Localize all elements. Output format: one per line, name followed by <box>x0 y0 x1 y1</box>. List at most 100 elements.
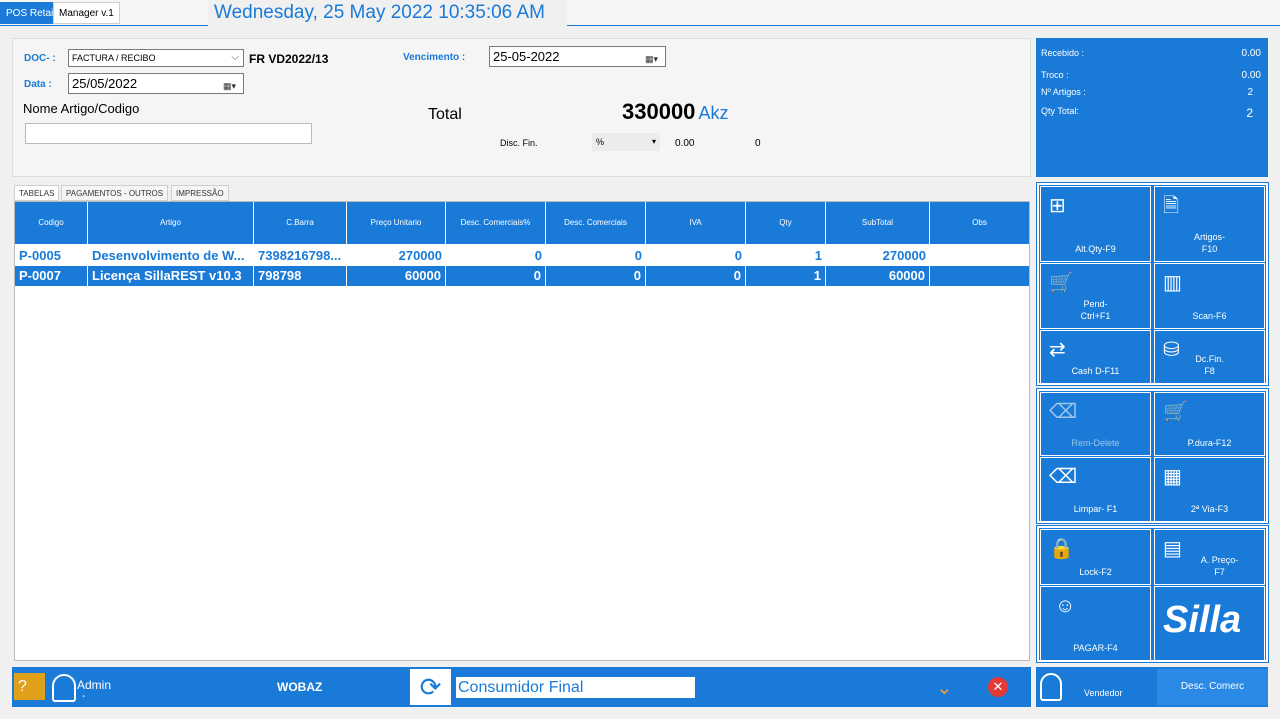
qty-row: Qty Total: 2 <box>1041 106 1261 120</box>
alt-qty-label: Alt.Qty-F9 <box>1075 244 1116 254</box>
dc-fin-button[interactable]: ⛁ Dc.Fin. F8 <box>1154 330 1265 384</box>
segunda-via-button[interactable]: ▦ 2ª Via-F3 <box>1154 457 1265 522</box>
table-row[interactable]: P-0005 Desenvolvimento de W... 739821679… <box>15 246 1029 266</box>
disc-type-select[interactable]: % ▾ <box>592 133 660 151</box>
table-row-selected[interactable]: P-0007 Licença SillaREST v10.3 798798 60… <box>15 266 1029 286</box>
cell-codigo: P-0005 <box>19 248 61 263</box>
recebido-row: Recebido : 0.00 <box>1041 48 1261 59</box>
artigos-row: Nº Artigos : 2 <box>1041 87 1261 98</box>
tab-pagamentos[interactable]: PAGAMENTOS - OUTROS <box>61 185 169 201</box>
cell-codigo: P-0007 <box>15 266 88 286</box>
items-table[interactable]: Codigo Artigo C.Barra Preço Unitario Des… <box>14 201 1030 661</box>
search-label: Nome Artigo/Codigo <box>23 101 140 116</box>
cash-d-button[interactable]: ⇄ Cash D-F11 <box>1040 330 1151 384</box>
chevron-down-icon[interactable]: ⌄ <box>936 675 953 700</box>
calendar-dropdown-icon[interactable]: ▦▾ <box>645 50 661 64</box>
pend-button[interactable]: 🛒 Pend- Ctrl+F1 <box>1040 263 1151 329</box>
cart-upload-icon: 🛒 <box>1163 401 1188 423</box>
total-label: Total <box>428 106 462 123</box>
col-preco[interactable]: Preço Unitario <box>347 202 446 244</box>
cell-desc: 0 <box>634 248 642 263</box>
cell-subtotal: 270000 <box>882 248 926 263</box>
recebido-label: Recebido : <box>1041 48 1085 58</box>
col-desc-pct[interactable]: Desc. Comerciais% <box>446 202 546 244</box>
doc-type-select[interactable]: FACTURA / RECIBO ⌵ <box>68 49 244 67</box>
vencimento-picker[interactable]: 25-05-2022 ▦▾ <box>489 46 666 67</box>
payment-summary-panel: Recebido : 0.00 Troco : 0.00 Nº Artigos … <box>1036 38 1268 177</box>
customer-field[interactable]: Consumidor Final <box>456 677 695 698</box>
user-icon <box>52 674 76 702</box>
scan-button[interactable]: ▥ Scan-F6 <box>1154 263 1265 329</box>
document-search-icon: 🗎 <box>1163 195 1180 217</box>
cart-upload-icon: 🛒 <box>1049 272 1074 294</box>
col-obs[interactable]: Obs <box>930 202 1029 244</box>
col-artigo[interactable]: Artigo <box>88 202 254 244</box>
col-cbarra[interactable]: C.Barra <box>254 202 347 244</box>
customer-group-icon[interactable]: ⟳ <box>410 669 451 705</box>
user-subtitle: - <box>82 691 86 702</box>
date-label: Data : <box>24 79 52 90</box>
vendor-label: Vendedor <box>1084 688 1123 698</box>
alt-qty-button[interactable]: ⊞ Alt.Qty-F9 <box>1040 186 1151 262</box>
troco-value: 0.00 <box>1241 70 1261 81</box>
cell-barra: 7398216798... <box>258 248 342 263</box>
help-button[interactable]: ? <box>14 673 45 700</box>
disc-pct-value: 0.00 <box>675 138 695 149</box>
artigos-label: Artigos- F10 <box>1193 232 1225 254</box>
pend-label: Pend- Ctrl+F1 <box>1080 299 1111 321</box>
col-subtotal[interactable]: SubTotal <box>826 202 930 244</box>
silla-logo: Silla <box>1154 586 1265 661</box>
tab-impressao[interactable]: IMPRESSÃO <box>171 185 229 201</box>
total-amount: 330000 <box>622 99 696 124</box>
pagar-button[interactable]: ☺ PAGAR-F4 <box>1040 586 1151 661</box>
total-display: 330000 Akz <box>622 99 729 125</box>
a-preco-label: A. Preço- F7 <box>1200 555 1239 577</box>
dc-fin-label: Dc.Fin. F8 <box>1195 354 1224 376</box>
eraser-icon: ⌫ <box>1049 401 1078 423</box>
limpar-button[interactable]: ⌫ Limpar- F1 <box>1040 457 1151 522</box>
function-group-3: 🔒 Lock-F2 ▤ A. Preço- F7 ☺ PAGAR-F4 Sill… <box>1036 525 1269 663</box>
cell-obs <box>930 246 1029 266</box>
doc-type-value: FACTURA / RECIBO <box>72 53 156 63</box>
article-search-input[interactable] <box>25 123 312 144</box>
col-iva[interactable]: IVA <box>646 202 746 244</box>
lock-button[interactable]: 🔒 Lock-F2 <box>1040 529 1151 585</box>
cancel-icon[interactable]: ✕ <box>988 677 1008 697</box>
tab-manager[interactable]: Manager v.1 <box>53 2 120 24</box>
cell-qty: 1 <box>746 266 826 286</box>
rem-delete-label: Rem-Delete <box>1071 438 1120 448</box>
top-tab-bar <box>0 0 1280 26</box>
col-codigo[interactable]: Codigo <box>15 202 88 244</box>
cell-subtotal: 60000 <box>826 266 930 286</box>
cell-qty: 1 <box>814 248 822 263</box>
disc-fin-label: Disc. Fin. <box>500 138 538 148</box>
rem-delete-button[interactable]: ⌫ Rem-Delete <box>1040 392 1151 456</box>
disc-amount-value: 0 <box>755 138 761 149</box>
tab-tabelas[interactable]: TABELAS <box>14 185 60 201</box>
qty-value: 2 <box>1246 106 1253 120</box>
segunda-via-label: 2ª Via-F3 <box>1190 504 1229 514</box>
doc-number: FR VD2022/13 <box>249 52 329 66</box>
troco-row: Troco : 0.00 <box>1041 70 1261 81</box>
clock-display: Wednesday, 25 May 2022 10:35:06 AM <box>208 0 567 26</box>
user-name: Admin <box>77 678 112 692</box>
cell-obs <box>930 266 1029 286</box>
cell-desc-pct: 0 <box>446 266 546 286</box>
cell-artigo: Licença SillaREST v10.3 <box>88 266 254 286</box>
calendar-icon: ▦ <box>1163 466 1182 488</box>
artigos-button[interactable]: 🗎 Artigos- F10 <box>1154 186 1265 262</box>
disc-type-value: % <box>596 137 605 147</box>
scan-label: Scan-F6 <box>1192 311 1227 321</box>
col-qty[interactable]: Qty <box>746 202 826 244</box>
bottom-status-bar: ? Admin - WOBAZ ⟳ Consumidor Final ⌄ ✕ <box>12 667 1031 707</box>
cell-desc-pct: 0 <box>534 248 542 263</box>
date-value: 25/05/2022 <box>72 76 138 91</box>
desc-comerc-button[interactable]: Desc. Comerc <box>1157 669 1268 705</box>
calculator-icon: ⊞ <box>1049 195 1066 217</box>
calendar-dropdown-icon[interactable]: ▦▾ <box>223 77 239 91</box>
p-dura-button[interactable]: 🛒 P.dura-F12 <box>1154 392 1265 456</box>
col-desc[interactable]: Desc. Comerciais <box>546 202 646 244</box>
a-preco-button[interactable]: ▤ A. Preço- F7 <box>1154 529 1265 585</box>
swap-icon: ⇄ <box>1049 339 1066 361</box>
date-picker[interactable]: 25/05/2022 ▦▾ <box>68 73 244 94</box>
